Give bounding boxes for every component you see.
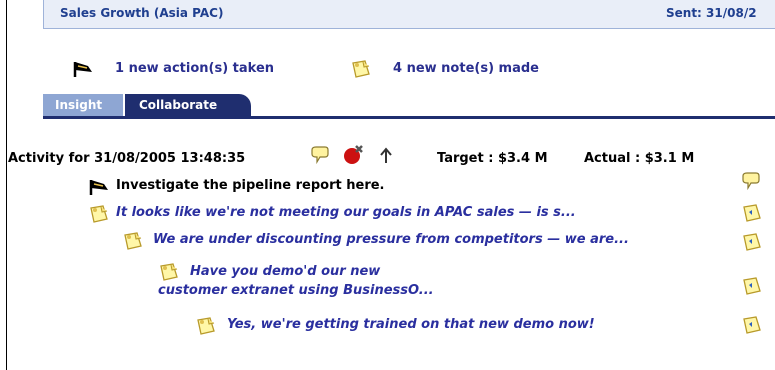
- note-icon: [352, 60, 370, 78]
- thread-item-text: Yes, we're getting trained on that new d…: [227, 317, 595, 332]
- comment-icon[interactable]: [741, 172, 763, 190]
- thread-item-action[interactable]: Investigate the pipeline report here.: [88, 177, 738, 197]
- activity-label: Activity for 31/08/2005 13:48:35: [8, 151, 246, 166]
- activity-header: Activity for 31/08/2005 13:48:35 Target …: [8, 145, 775, 170]
- reply-icon[interactable]: [741, 203, 763, 223]
- reply-icon[interactable]: [741, 315, 763, 335]
- left-border: [6, 0, 7, 370]
- sent-label: Sent: 31/08/2: [666, 6, 757, 20]
- tab-collaborate-label: Collaborate: [139, 98, 218, 112]
- tab-collaborate[interactable]: Collaborate: [125, 94, 251, 116]
- title-bar: Sales Growth (Asia PAC) Sent: 31/08/2: [43, 0, 775, 29]
- notes-summary[interactable]: 4 new note(s) made: [350, 59, 580, 79]
- thread-item-note[interactable]: It looks like we're not meeting our goal…: [88, 204, 738, 224]
- actions-summary[interactable]: 1 new action(s) taken: [72, 59, 332, 79]
- comment-icon[interactable]: [310, 146, 330, 166]
- tab-insight[interactable]: Insight: [43, 94, 123, 116]
- thread-item-note[interactable]: Have you demo'd our new customer extrane…: [158, 262, 478, 304]
- delete-icon[interactable]: [342, 144, 364, 166]
- note-icon: [197, 317, 215, 335]
- flag-icon: [89, 180, 108, 195]
- note-icon: [124, 232, 142, 250]
- tab-insight-label: Insight: [55, 98, 103, 112]
- thread-item-note[interactable]: Yes, we're getting trained on that new d…: [195, 316, 715, 336]
- reply-icon[interactable]: [741, 276, 763, 296]
- notes-summary-text: 4 new note(s) made: [393, 61, 539, 76]
- actual-value: Actual : $3.1 M: [584, 151, 695, 166]
- frame: Sales Growth (Asia PAC) Sent: 31/08/2 1 …: [0, 0, 775, 370]
- note-icon: [90, 205, 108, 223]
- thread-item-text: Have you demo'd our new customer extrane…: [158, 264, 434, 298]
- tab-bar: Insight Collaborate: [43, 94, 775, 116]
- flag-icon: [73, 62, 92, 77]
- page-title: Sales Growth (Asia PAC): [60, 6, 224, 20]
- thread-item-text: It looks like we're not meeting our goal…: [116, 205, 576, 220]
- reply-icon[interactable]: [741, 232, 763, 252]
- tab-underline: [43, 116, 775, 119]
- thread-item-text: Investigate the pipeline report here.: [116, 178, 385, 193]
- target-value: Target : $3.4 M: [437, 151, 548, 166]
- arrow-up-icon[interactable]: [378, 147, 394, 165]
- actions-summary-text: 1 new action(s) taken: [115, 61, 275, 76]
- thread-item-text: We are under discounting pressure from c…: [153, 232, 629, 247]
- thread-item-note[interactable]: We are under discounting pressure from c…: [122, 231, 742, 251]
